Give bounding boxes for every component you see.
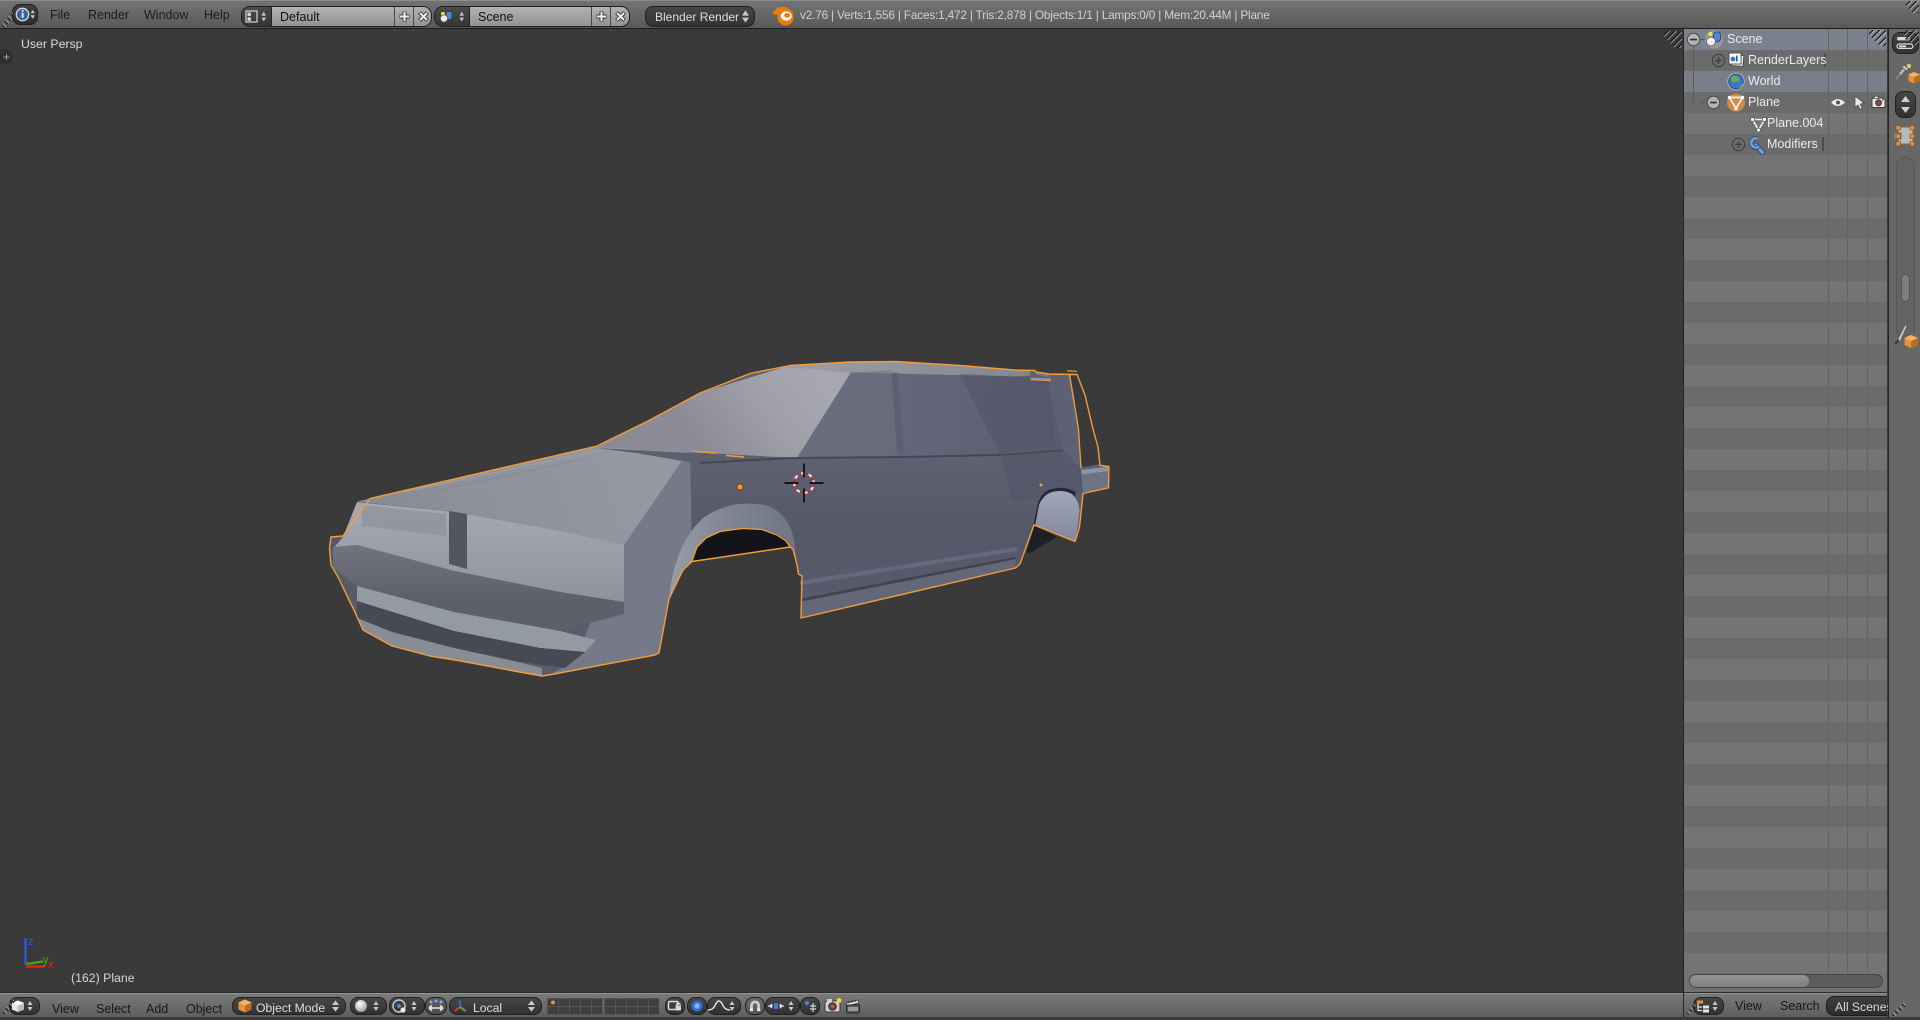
svg-text:z: z: [28, 936, 34, 948]
svg-text:x: x: [48, 959, 54, 971]
